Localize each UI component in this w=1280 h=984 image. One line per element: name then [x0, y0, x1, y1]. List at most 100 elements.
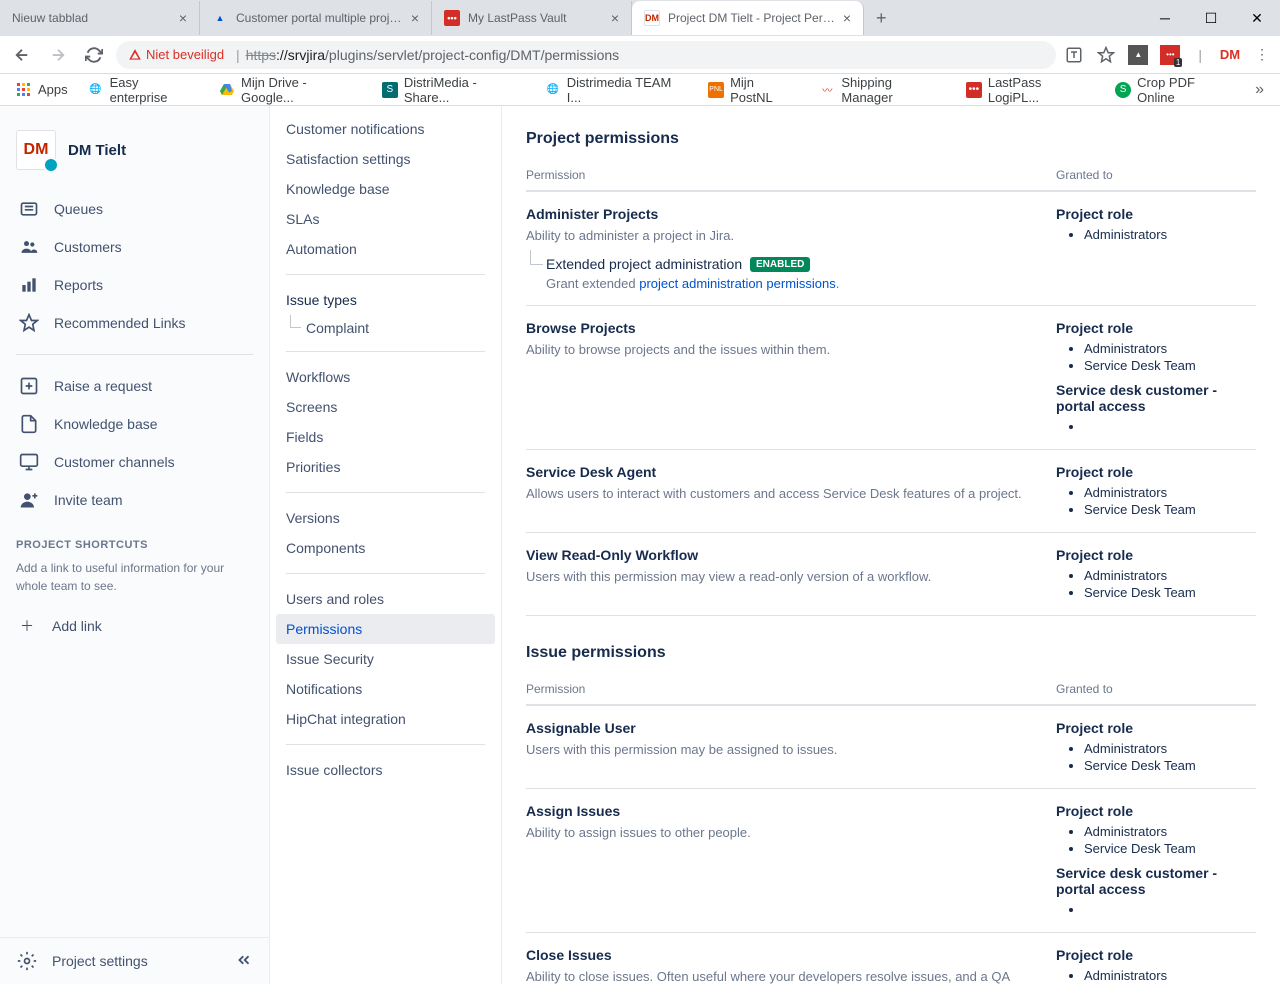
config-item[interactable]: Satisfaction settings	[270, 144, 501, 174]
new-tab-button[interactable]: +	[864, 8, 899, 29]
extended-admin: Extended project administration ENABLED	[526, 256, 1036, 272]
url-divider: |	[236, 47, 240, 63]
sidebar-action-raise-request[interactable]: Raise a request	[8, 367, 261, 405]
config-item[interactable]: Fields	[270, 422, 501, 452]
browser-chrome: Nieuw tabblad × ▲ Customer portal multip…	[0, 0, 1280, 106]
close-icon[interactable]: ×	[843, 10, 851, 26]
config-item[interactable]: Components	[270, 533, 501, 563]
bookmark[interactable]: PNLMijn PostNL	[700, 71, 807, 109]
config-heading-issue-types: Issue types	[270, 285, 501, 315]
close-icon[interactable]: ×	[611, 10, 619, 26]
close-button[interactable]: ✕	[1234, 2, 1280, 34]
browser-tab[interactable]: ••• My LastPass Vault ×	[432, 1, 632, 35]
config-item[interactable]: Versions	[270, 503, 501, 533]
config-item[interactable]: Notifications	[270, 674, 501, 704]
translate-icon[interactable]	[1064, 45, 1084, 65]
bookmark[interactable]: 〰Shipping Manager	[811, 71, 953, 109]
config-item[interactable]: Issue collectors	[270, 755, 501, 785]
permission-name: Browse Projects	[526, 320, 1036, 336]
browser-tab[interactable]: ▲ Customer portal multiple project ×	[200, 1, 432, 35]
project-shortcuts: PROJECT SHORTCUTS Add a link to useful i…	[0, 523, 269, 661]
minimize-button[interactable]: ─	[1142, 2, 1188, 34]
sidebar-item-customers[interactable]: Customers	[8, 228, 261, 266]
config-item[interactable]: SLAs	[270, 204, 501, 234]
permission-name: Close Issues	[526, 947, 1036, 963]
sidebar-item-queues[interactable]: Queues	[8, 190, 261, 228]
add-link-button[interactable]: ＋Add link	[16, 607, 253, 645]
role-list: Administrators	[1056, 226, 1256, 243]
tab-title: Nieuw tabblad	[12, 11, 173, 25]
project-sidebar: DM DM Tielt Queues Customers Reports Rec…	[0, 106, 270, 984]
url-input[interactable]: Niet beveiligd | https://srvjira/plugins…	[116, 41, 1056, 69]
extended-sub: Grant extended project administration pe…	[526, 276, 1036, 291]
bookmark[interactable]: SCrop PDF Online	[1107, 71, 1243, 109]
nav-label: Queues	[54, 201, 103, 217]
bookmark-label: Mijn Drive - Google...	[241, 75, 362, 105]
close-icon[interactable]: ×	[411, 10, 419, 26]
security-warning: Niet beveiligd	[128, 47, 224, 62]
document-icon	[18, 413, 40, 435]
config-item-permissions[interactable]: Permissions	[276, 614, 495, 644]
s-icon: S	[1115, 82, 1131, 98]
star-icon[interactable]	[1096, 45, 1116, 65]
collapse-sidebar-button[interactable]	[235, 951, 253, 972]
reload-button[interactable]	[80, 41, 108, 69]
bookmark[interactable]: SDistriMedia - Share...	[374, 71, 533, 109]
role-list: AdministratorsService Desk Team	[1056, 740, 1256, 774]
config-item[interactable]: Workflows	[270, 362, 501, 392]
bookmark[interactable]: 🌐Easy enterprise	[80, 71, 207, 109]
tab-title: My LastPass Vault	[468, 11, 605, 25]
lastpass-icon: •••	[444, 10, 460, 26]
config-item[interactable]: Knowledge base	[270, 174, 501, 204]
shortcuts-description: Add a link to useful information for you…	[16, 559, 253, 595]
close-icon[interactable]: ×	[179, 10, 187, 26]
sharepoint-icon: S	[382, 82, 398, 98]
shipping-icon: 〰	[819, 82, 835, 98]
plus-icon: ＋	[16, 615, 38, 637]
lastpass-ext-icon[interactable]: •••1	[1160, 45, 1180, 65]
config-item[interactable]: HipChat integration	[270, 704, 501, 734]
browser-tab[interactable]: Nieuw tabblad ×	[0, 1, 200, 35]
bookmark[interactable]: 🌐Distrimedia TEAM I...	[537, 71, 696, 109]
profile-badge[interactable]: DM	[1220, 45, 1240, 65]
table-row: Assignable UserUsers with this permissio…	[526, 706, 1256, 789]
bookmark[interactable]: •••LastPass LogiPL...	[958, 71, 1103, 109]
config-item[interactable]: Priorities	[270, 452, 501, 482]
sidebar-action-knowledge-base[interactable]: Knowledge base	[8, 405, 261, 443]
sidebar-item-recommended[interactable]: Recommended Links	[8, 304, 261, 342]
apps-icon	[16, 82, 32, 98]
config-sidebar: Customer notifications Satisfaction sett…	[270, 106, 502, 984]
bookmark[interactable]: Mijn Drive - Google...	[211, 71, 370, 109]
project-settings-button[interactable]: Project settings	[16, 950, 148, 972]
bookmark-label: Apps	[38, 82, 68, 97]
config-item-issue-type[interactable]: Complaint	[270, 315, 501, 341]
config-item[interactable]: Screens	[270, 392, 501, 422]
apps-button[interactable]: Apps	[8, 78, 76, 102]
sidebar-action-invite-team[interactable]: Invite team	[8, 481, 261, 519]
menu-icon[interactable]: ⋮	[1252, 45, 1272, 65]
sidebar-action-customer-channels[interactable]: Customer channels	[8, 443, 261, 481]
permission-description: Ability to close issues. Often useful wh…	[526, 967, 1036, 984]
role-list-item: Administrators	[1084, 967, 1256, 984]
back-button[interactable]	[8, 41, 36, 69]
sidebar-item-reports[interactable]: Reports	[8, 266, 261, 304]
bookmarks-bar: Apps 🌐Easy enterprise Mijn Drive - Googl…	[0, 74, 1280, 106]
browser-tab-active[interactable]: DM Project DM Tielt - Project Permis ×	[632, 1, 864, 35]
config-item[interactable]: Customer notifications	[270, 114, 501, 144]
bookmark-overflow[interactable]: »	[1247, 81, 1272, 99]
forward-button[interactable]	[44, 41, 72, 69]
permission-description: Ability to browse projects and the issue…	[526, 340, 1036, 360]
nav-label: Invite team	[54, 492, 122, 508]
config-item[interactable]: Automation	[270, 234, 501, 264]
project-admin-permissions-link[interactable]: project administration permissions	[639, 276, 836, 291]
role-list-item	[1084, 901, 1256, 918]
shortcuts-heading: PROJECT SHORTCUTS	[16, 539, 253, 551]
permission-description: Allows users to interact with customers …	[526, 484, 1036, 504]
permission-description: Users with this permission may view a re…	[526, 567, 1036, 587]
maximize-button[interactable]: ☐	[1188, 2, 1234, 34]
globe-icon: 🌐	[88, 82, 104, 98]
config-item[interactable]: Issue Security	[270, 644, 501, 674]
pdf-icon[interactable]: ▲	[1128, 45, 1148, 65]
config-item[interactable]: Users and roles	[270, 584, 501, 614]
gear-icon	[16, 950, 38, 972]
